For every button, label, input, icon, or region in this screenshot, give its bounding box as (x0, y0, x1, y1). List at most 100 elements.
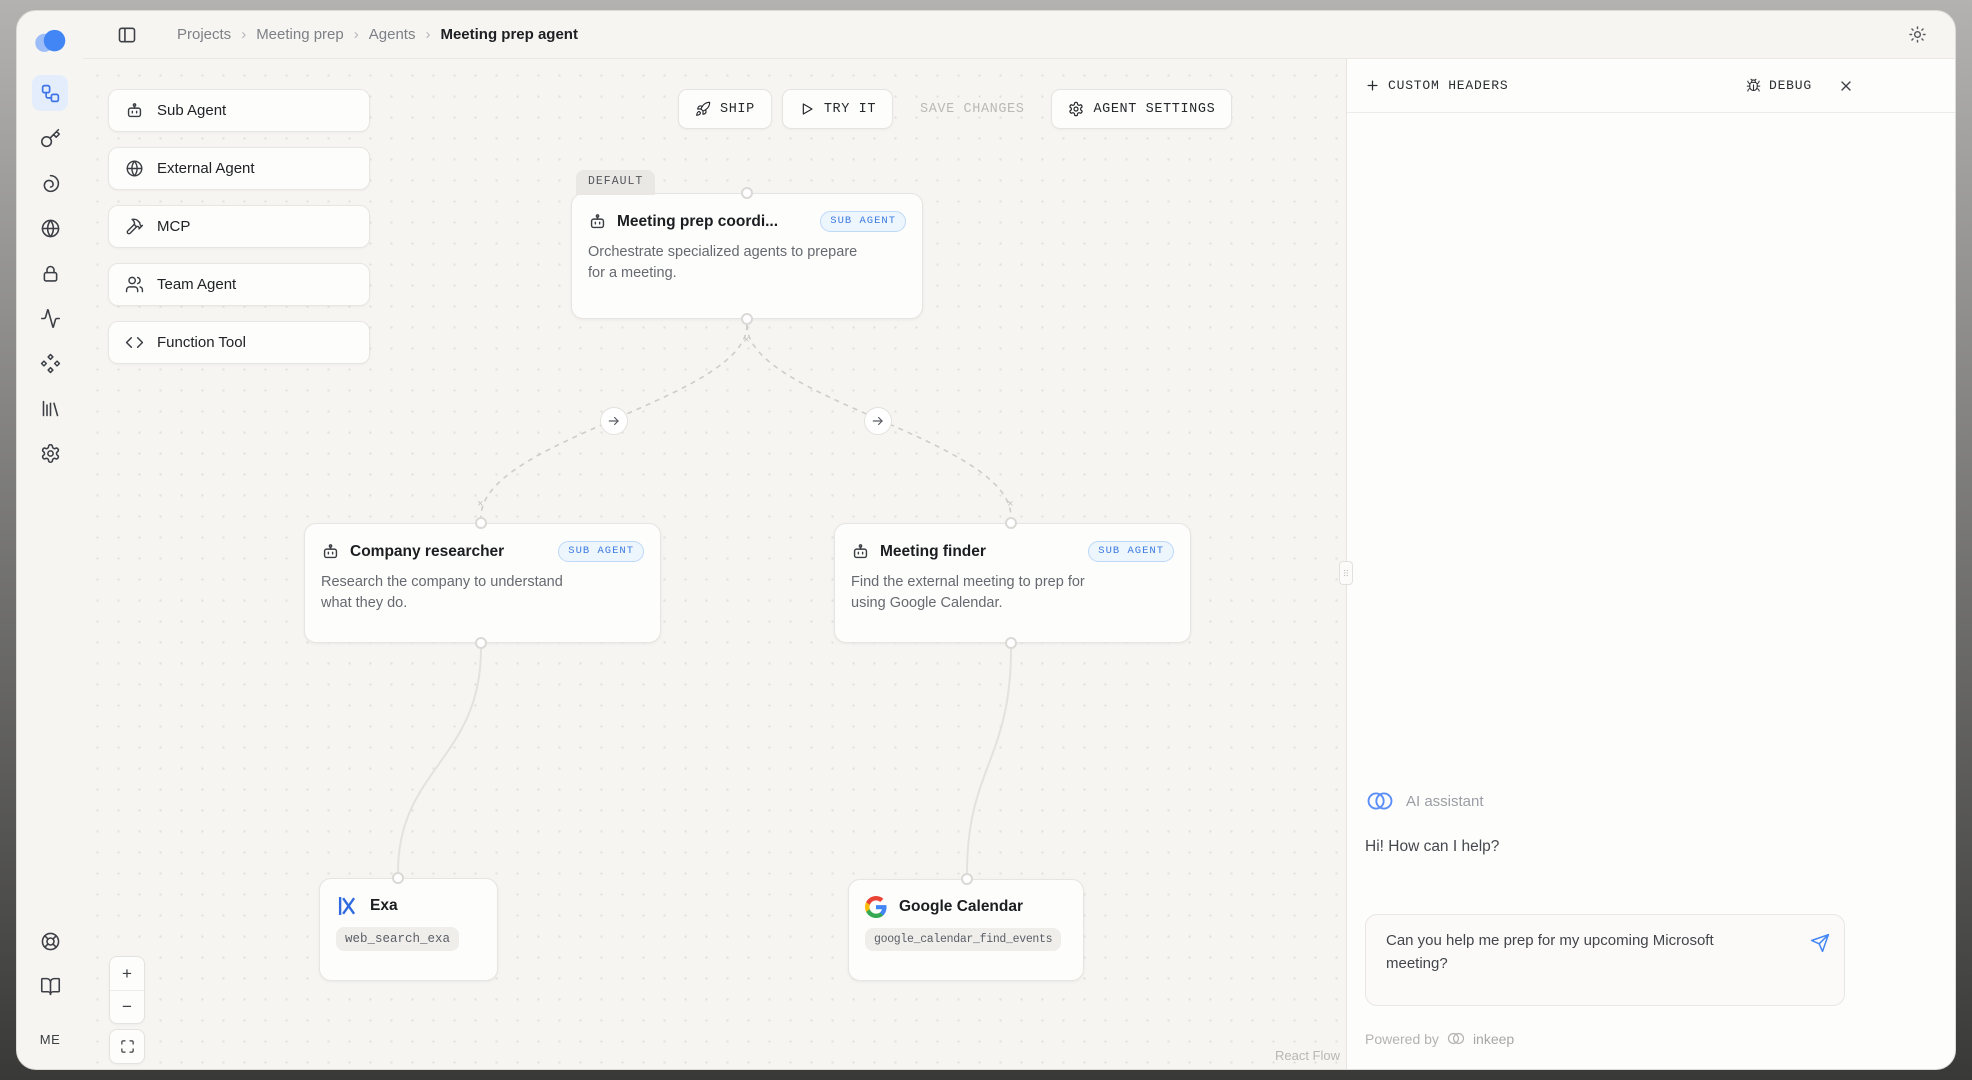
rail-item-mcp[interactable] (32, 165, 68, 201)
theme-toggle-button[interactable] (1908, 25, 1927, 44)
rail-item-api-keys[interactable] (32, 120, 68, 156)
sidebar-toggle-button[interactable] (117, 25, 137, 45)
bot-icon (851, 542, 870, 561)
panel-left-icon (117, 25, 137, 45)
sub-agent-badge: SUB AGENT (558, 541, 644, 562)
library-icon (40, 398, 61, 419)
rail-bottom-group: ME (32, 923, 68, 1057)
rail-item-credentials[interactable] (32, 255, 68, 291)
bot-icon (125, 101, 144, 120)
debug-button[interactable]: DEBUG (1746, 78, 1812, 93)
custom-headers-button[interactable]: CUSTOM HEADERS (1365, 78, 1508, 93)
play-icon (799, 101, 815, 117)
fullscreen-button[interactable] (110, 1030, 144, 1063)
try-it-button[interactable]: TRY IT (782, 89, 893, 129)
sub-agent-badge: SUB AGENT (1088, 541, 1174, 562)
user-avatar[interactable]: ME (32, 1021, 68, 1057)
rail-item-external[interactable] (32, 210, 68, 246)
node-description: Research the company to understand what … (305, 568, 607, 630)
send-button[interactable] (1810, 933, 1830, 953)
palette-item-external-agent[interactable]: External Agent (108, 147, 370, 190)
agent-settings-button[interactable]: AGENT SETTINGS (1051, 89, 1232, 129)
node-exa-tool[interactable]: Exa web_search_exa (319, 878, 498, 981)
powered-by-label: Powered by (1365, 1031, 1439, 1047)
palette-item-function-tool[interactable]: Function Tool (108, 321, 370, 364)
assistant-panel-header: CUSTOM HEADERS DEBUG (1347, 59, 1956, 113)
node-handle[interactable] (475, 637, 487, 649)
breadcrumb-current: Meeting prep agent (440, 26, 578, 43)
panel-resize-handle[interactable] (1339, 561, 1353, 585)
rail-item-activity[interactable] (32, 300, 68, 336)
react-flow-attribution[interactable]: React Flow (1275, 1048, 1340, 1063)
node-header: Meeting finder SUB AGENT (835, 524, 1190, 568)
node-meeting-prep-coordinator[interactable]: DEFAULT Meeting prep coordi... SUB AGENT… (571, 193, 923, 319)
flow-canvas[interactable]: × × × Sub Agent External Agent MCP Team … (83, 59, 1346, 1070)
save-changes-button[interactable]: SAVE CHANGES (903, 89, 1041, 129)
node-title: Company researcher (350, 543, 504, 561)
rail-item-docs[interactable] (32, 968, 68, 1004)
bot-icon (321, 542, 340, 561)
key-icon (40, 128, 61, 149)
node-handle[interactable] (1005, 637, 1017, 649)
lock-icon (40, 263, 61, 284)
agent-builder-window: ME Projects › Meeting prep › Agents › Me… (16, 10, 1956, 1070)
tool-name-pill: google_calendar_find_events (865, 928, 1061, 951)
fit-view-group (109, 1029, 145, 1064)
custom-headers-label: CUSTOM HEADERS (1388, 78, 1508, 93)
maximize-icon (120, 1039, 135, 1054)
arrow-right-icon (871, 414, 885, 428)
save-changes-label: SAVE CHANGES (920, 102, 1024, 117)
palette-item-mcp[interactable]: MCP (108, 205, 370, 248)
zoom-in-button[interactable]: + (110, 957, 144, 990)
close-panel-button[interactable] (1838, 78, 1854, 94)
rail-item-components[interactable] (32, 345, 68, 381)
node-handle[interactable] (392, 872, 404, 884)
node-handle[interactable] (741, 187, 753, 199)
chat-input[interactable]: Can you help me prep for my upcoming Mic… (1366, 915, 1844, 1005)
plus-icon (1365, 78, 1380, 93)
try-it-button-label: TRY IT (824, 102, 876, 117)
breadcrumb: Projects › Meeting prep › Agents › Meeti… (177, 26, 578, 43)
node-header: Exa (320, 879, 497, 927)
assistant-panel: CUSTOM HEADERS DEBUG AI assistant Hi! Ho… (1346, 59, 1956, 1070)
bot-icon (588, 212, 607, 231)
node-meeting-finder[interactable]: Meeting finder SUB AGENT Find the extern… (834, 523, 1191, 643)
node-header: Google Calendar (849, 880, 1083, 928)
edge-endpoint-marker: × (743, 335, 750, 347)
activity-icon (40, 308, 61, 329)
node-handle[interactable] (961, 873, 973, 885)
palette-item-label: Sub Agent (157, 102, 226, 119)
node-handle[interactable] (475, 517, 487, 529)
node-description: Find the external meeting to prep for us… (835, 568, 1137, 630)
zoom-out-button[interactable]: − (110, 990, 144, 1023)
transfer-arrow-marker (600, 407, 628, 435)
breadcrumb-projects[interactable]: Projects (177, 26, 231, 43)
rail-item-library[interactable] (32, 390, 68, 426)
palette-item-team-agent[interactable]: Team Agent (108, 263, 370, 306)
rail-item-graph[interactable] (32, 75, 68, 111)
sub-agent-badge: SUB AGENT (820, 211, 906, 232)
breadcrumb-project[interactable]: Meeting prep (256, 26, 344, 43)
node-google-calendar-tool[interactable]: Google Calendar google_calendar_find_eve… (848, 879, 1084, 981)
node-handle[interactable] (741, 313, 753, 325)
node-title: Meeting finder (880, 543, 986, 561)
exa-logo-icon (336, 895, 358, 917)
rail-item-help[interactable] (32, 923, 68, 959)
globe-icon (125, 159, 144, 178)
ship-button-label: SHIP (720, 102, 755, 117)
chat-area: AI assistant Hi! How can I help? Can you… (1347, 788, 1855, 1070)
palette-item-sub-agent[interactable]: Sub Agent (108, 89, 370, 132)
tool-name-pill: web_search_exa (336, 927, 459, 951)
palette-item-label: Team Agent (157, 276, 236, 293)
node-title: Google Calendar (899, 898, 1023, 916)
inkeep-brand-link[interactable]: inkeep (1473, 1031, 1514, 1047)
breadcrumb-agents[interactable]: Agents (369, 26, 416, 43)
inkeep-logo[interactable] (33, 27, 67, 53)
ship-button[interactable]: SHIP (678, 89, 772, 129)
node-handle[interactable] (1005, 517, 1017, 529)
node-company-researcher[interactable]: Company researcher SUB AGENT Research th… (304, 523, 661, 643)
powered-by: Powered by inkeep (1365, 1030, 1845, 1047)
node-description: Orchestrate specialized agents to prepar… (572, 238, 874, 300)
transfer-arrow-marker (864, 407, 892, 435)
rail-item-settings[interactable] (32, 435, 68, 471)
